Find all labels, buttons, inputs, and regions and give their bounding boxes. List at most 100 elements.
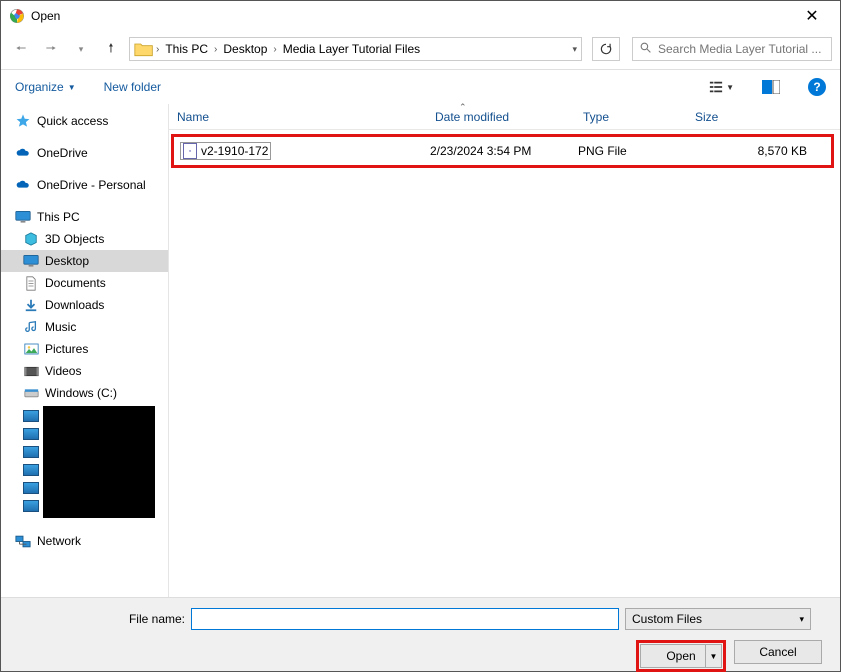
cloud-icon	[15, 177, 31, 193]
filename-input[interactable]	[191, 608, 619, 630]
footer: File name: Custom Files ▾ Open ▼ Cancel	[1, 597, 840, 671]
sidebar-item-downloads[interactable]: Downloads	[1, 294, 168, 316]
sidebar-item-label: This PC	[37, 210, 80, 224]
video-icon	[23, 363, 39, 379]
folder-icon	[134, 40, 154, 58]
file-row[interactable]: ▫ v2-1910-172 2/23/2024 3:54 PM PNG File…	[174, 139, 831, 163]
breadcrumb[interactable]: › This PC › Desktop › Media Layer Tutori…	[129, 37, 582, 61]
cancel-button[interactable]: Cancel	[734, 640, 822, 664]
organize-label: Organize	[15, 80, 64, 94]
chevron-down-icon: ▼	[68, 83, 76, 92]
sidebar-item-network[interactable]: Network	[1, 530, 168, 552]
download-icon	[23, 297, 39, 313]
chevron-right-icon: ›	[156, 44, 159, 55]
crumb-thispc[interactable]: This PC	[161, 40, 212, 58]
sidebar-item-label: Music	[45, 320, 76, 334]
refresh-button[interactable]	[592, 37, 620, 61]
filetype-dropdown[interactable]: Custom Files ▾	[625, 608, 811, 630]
file-name-label: v2-1910-172	[201, 144, 268, 158]
sidebar: Quick access OneDrive OneDrive - Persona…	[1, 104, 169, 599]
thumbnail-icon	[23, 482, 39, 494]
sidebar-item-thispc[interactable]: This PC	[1, 206, 168, 228]
forward-button[interactable]: 🠖	[39, 37, 63, 61]
sidebar-item-label: Videos	[45, 364, 81, 378]
up-button[interactable]: 🠕	[99, 37, 123, 61]
sidebar-item-label: 3D Objects	[45, 232, 104, 246]
help-button[interactable]: ?	[808, 78, 826, 96]
title-bar: Open ✕	[1, 1, 840, 31]
sidebar-item-music[interactable]: Music	[1, 316, 168, 338]
sidebar-item-onedrive-personal[interactable]: OneDrive - Personal	[1, 174, 168, 196]
picture-icon	[23, 341, 39, 357]
sort-indicator-icon: ⌃	[459, 102, 467, 113]
highlighted-file-row: ▫ v2-1910-172 2/23/2024 3:54 PM PNG File…	[171, 134, 834, 168]
sidebar-item-label: Quick access	[37, 114, 108, 128]
sidebar-item-label: Pictures	[45, 342, 88, 356]
sidebar-item-label: OneDrive - Personal	[37, 178, 146, 192]
sidebar-item-pictures[interactable]: Pictures	[1, 338, 168, 360]
sidebar-item-label: Network	[37, 534, 81, 548]
file-size: 8,570 KB	[690, 144, 831, 158]
view-options-button[interactable]: ▼	[708, 80, 734, 94]
sidebar-item-windowsc[interactable]: Windows (C:)	[1, 382, 168, 404]
chevron-right-icon: ›	[273, 44, 276, 55]
column-name[interactable]: Name	[169, 110, 427, 124]
nav-bar: 🠔 🠖 ▾ 🠕 › This PC › Desktop › Media Laye…	[1, 31, 840, 67]
column-type[interactable]: Type	[575, 110, 687, 124]
monitor-icon	[15, 209, 31, 225]
cube-icon	[23, 231, 39, 247]
search-input[interactable]	[658, 42, 825, 56]
sidebar-item-videos[interactable]: Videos	[1, 360, 168, 382]
sidebar-item-label: Documents	[45, 276, 106, 290]
sidebar-item-3dobjects[interactable]: 3D Objects	[1, 228, 168, 250]
organize-button[interactable]: Organize ▼	[15, 80, 76, 94]
filetype-label: Custom Files	[632, 612, 702, 626]
open-dropdown[interactable]: ▼	[705, 645, 721, 667]
sidebar-item-label: Desktop	[45, 254, 89, 268]
column-headers: ⌃ Name Date modified Type Size	[169, 104, 840, 130]
preview-thumbnail	[43, 406, 155, 518]
file-list: ⌃ Name Date modified Type Size ▫ v2-1910…	[169, 104, 840, 599]
open-label: Open	[666, 649, 695, 663]
column-date[interactable]: Date modified	[427, 110, 575, 124]
chevron-down-icon[interactable]: ▾	[572, 44, 577, 55]
sidebar-item-desktop[interactable]: Desktop	[1, 250, 168, 272]
file-type: PNG File	[578, 144, 690, 158]
thumbnail-icon	[23, 464, 39, 476]
column-size[interactable]: Size	[687, 110, 840, 124]
thumbnail-icon	[23, 428, 39, 440]
star-icon	[15, 113, 31, 129]
file-date: 2/23/2024 3:54 PM	[430, 144, 578, 158]
highlighted-open-button: Open ▼	[636, 640, 726, 672]
sidebar-item-quickaccess[interactable]: Quick access	[1, 110, 168, 132]
thumbnail-icon	[23, 500, 39, 512]
chrome-icon	[9, 8, 25, 24]
document-icon	[23, 275, 39, 291]
chevron-down-icon: ▾	[799, 614, 804, 625]
chevron-right-icon: ›	[214, 44, 217, 55]
cloud-icon	[15, 145, 31, 161]
sidebar-item-onedrive[interactable]: OneDrive	[1, 142, 168, 164]
back-button[interactable]: 🠔	[9, 37, 33, 61]
recent-dropdown[interactable]: ▾	[69, 37, 93, 61]
close-button[interactable]: ✕	[792, 6, 832, 26]
window-title: Open	[31, 9, 792, 23]
crumb-folder[interactable]: Media Layer Tutorial Files	[279, 40, 424, 58]
new-folder-button[interactable]: New folder	[104, 80, 161, 94]
network-icon	[15, 533, 31, 549]
thumbnail-icon	[23, 446, 39, 458]
file-name-selected[interactable]: ▫ v2-1910-172	[180, 142, 271, 160]
search-box[interactable]	[632, 37, 832, 61]
sidebar-item-label: OneDrive	[37, 146, 88, 160]
crumb-desktop[interactable]: Desktop	[219, 40, 271, 58]
toolbar: Organize ▼ New folder ▼ ?	[1, 70, 840, 104]
sidebar-item-label: Downloads	[45, 298, 104, 312]
preview-pane-button[interactable]	[762, 80, 780, 94]
thumbnail-icon	[23, 410, 39, 422]
search-icon	[639, 41, 652, 57]
sidebar-item-label: Windows (C:)	[45, 386, 117, 400]
open-button[interactable]: Open ▼	[640, 644, 722, 668]
chevron-down-icon: ▼	[726, 83, 734, 92]
drive-icon	[23, 385, 39, 401]
sidebar-item-documents[interactable]: Documents	[1, 272, 168, 294]
